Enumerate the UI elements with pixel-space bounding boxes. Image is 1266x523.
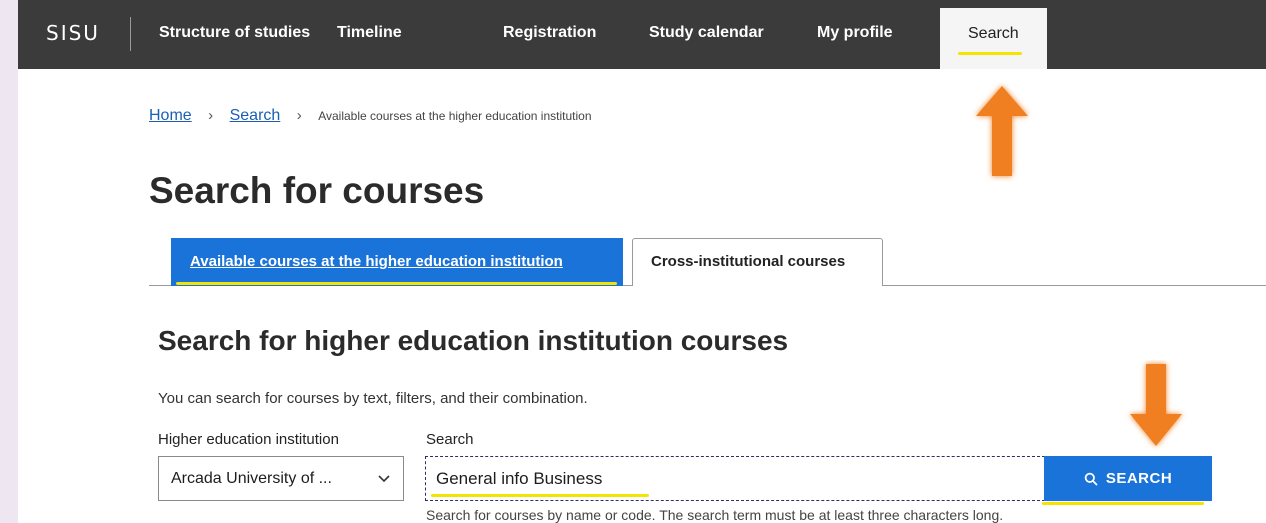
brand-logo[interactable]: SISU bbox=[46, 21, 100, 45]
search-button[interactable]: SEARCH bbox=[1044, 456, 1212, 501]
institution-select-value: Arcada University of ... bbox=[171, 470, 332, 487]
search-label: Search bbox=[426, 431, 474, 448]
tab-cross-institutional-courses[interactable]: Cross-institutional courses bbox=[632, 238, 883, 286]
section-title: Search for higher education institution … bbox=[158, 325, 789, 356]
page-title: Search for courses bbox=[149, 170, 485, 211]
nav-search-highlight bbox=[958, 52, 1022, 55]
breadcrumb-home-link[interactable]: Home bbox=[149, 107, 192, 124]
breadcrumb-chevron-icon: › bbox=[296, 107, 302, 124]
search-input-highlight bbox=[431, 494, 649, 497]
institution-label: Higher education institution bbox=[158, 431, 339, 448]
institution-select[interactable]: Arcada University of ... bbox=[158, 456, 404, 501]
annotation-arrow-up-icon bbox=[976, 86, 1028, 176]
chevron-down-icon bbox=[377, 457, 391, 517]
nav-item-registration[interactable]: Registration bbox=[503, 0, 596, 69]
section-intro: You can search for courses by text, filt… bbox=[158, 390, 588, 407]
top-navigation: SISU Structure of studies Timeline Regis… bbox=[18, 0, 1266, 69]
breadcrumb-search-link[interactable]: Search bbox=[230, 107, 281, 124]
search-icon bbox=[1084, 472, 1098, 485]
tab-highlight bbox=[176, 282, 617, 285]
search-button-label: SEARCH bbox=[1105, 470, 1173, 487]
nav-item-search[interactable]: Search bbox=[940, 8, 1047, 69]
search-hint: Search for courses by name or code. The … bbox=[426, 507, 1004, 523]
nav-item-study-calendar[interactable]: Study calendar bbox=[649, 0, 764, 69]
breadcrumb: Home › Search › Available courses at the… bbox=[149, 107, 592, 125]
brand-divider bbox=[130, 17, 131, 51]
annotation-arrow-down-icon bbox=[1130, 364, 1182, 446]
page: SISU Structure of studies Timeline Regis… bbox=[18, 0, 1266, 523]
search-button-highlight bbox=[1042, 502, 1204, 505]
breadcrumb-chevron-icon: › bbox=[208, 107, 214, 124]
nav-item-structure-of-studies[interactable]: Structure of studies bbox=[159, 0, 310, 69]
nav-item-timeline[interactable]: Timeline bbox=[337, 0, 402, 69]
tab-available-courses[interactable]: Available courses at the higher educatio… bbox=[171, 238, 623, 286]
breadcrumb-current: Available courses at the higher educatio… bbox=[318, 109, 592, 123]
nav-item-my-profile[interactable]: My profile bbox=[817, 0, 893, 69]
